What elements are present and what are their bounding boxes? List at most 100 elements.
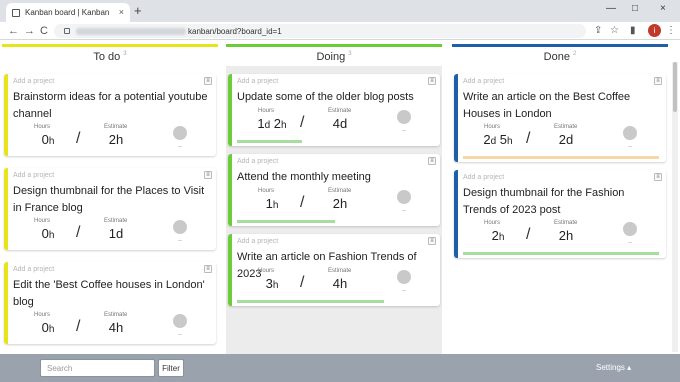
- card-menu-icon[interactable]: ≡: [428, 237, 436, 245]
- hours-label: Hours: [34, 312, 51, 318]
- project-placeholder[interactable]: Add a project: [13, 266, 54, 273]
- card-meta: Hours 0h / Estimate 4h --: [4, 312, 216, 340]
- project-placeholder[interactable]: Add a project: [463, 174, 504, 181]
- task-card[interactable]: Add a project ≡ Update some of the older…: [228, 74, 440, 146]
- card-title[interactable]: Write an article on the Best Coffee Hous…: [463, 89, 661, 123]
- settings-menu[interactable]: Settings ▴: [596, 363, 631, 372]
- card-title[interactable]: Design thumbnail for the Fashion Trends …: [463, 185, 661, 219]
- card-menu-icon[interactable]: ≡: [654, 173, 662, 181]
- sidebar-icon[interactable]: ▮: [630, 25, 636, 37]
- slash-divider: /: [526, 226, 531, 243]
- estimate-label: Estimate: [104, 124, 128, 130]
- card-title[interactable]: Update some of the older blog posts: [237, 89, 435, 106]
- browser-tab[interactable]: Kanban board | Kanban ×: [6, 3, 130, 22]
- task-card[interactable]: Add a project ≡ Edit the 'Best Coffee ho…: [4, 262, 216, 344]
- column-title: Done: [543, 51, 570, 63]
- forward-button[interactable]: →: [24, 24, 35, 38]
- hours-value[interactable]: 0h: [28, 226, 68, 241]
- card-menu-icon[interactable]: ≡: [428, 77, 436, 85]
- column-header[interactable]: Doing 3: [226, 51, 442, 67]
- card-title[interactable]: Attend the monthly meeting: [237, 169, 435, 186]
- slash-divider: /: [526, 130, 531, 147]
- filter-button[interactable]: Filter: [158, 359, 184, 377]
- task-card[interactable]: Add a project ≡ Attend the monthly meeti…: [228, 154, 440, 226]
- hours-value[interactable]: 1d 2h: [252, 116, 292, 131]
- project-placeholder[interactable]: Add a project: [13, 172, 54, 179]
- reload-button[interactable]: C: [40, 24, 48, 38]
- assignee-avatar[interactable]: [397, 110, 411, 124]
- assignee-avatar[interactable]: [173, 220, 187, 234]
- card-menu-icon[interactable]: ≡: [204, 265, 212, 273]
- search-input[interactable]: [40, 359, 155, 377]
- task-card[interactable]: Add a project ≡ Design thumbnail for the…: [4, 168, 216, 250]
- project-placeholder[interactable]: Add a project: [237, 158, 278, 165]
- project-placeholder[interactable]: Add a project: [237, 238, 278, 245]
- assignee-avatar[interactable]: [397, 270, 411, 284]
- share-icon[interactable]: ⇪: [594, 25, 602, 37]
- hours-value[interactable]: 0h: [28, 320, 68, 335]
- estimate-value[interactable]: 2d: [546, 132, 586, 147]
- card-menu-icon[interactable]: ≡: [428, 157, 436, 165]
- progress-bar: [237, 140, 433, 143]
- progress-bar: [463, 252, 659, 255]
- estimate-value[interactable]: 4d: [320, 116, 360, 131]
- hours-value[interactable]: 0h: [28, 132, 68, 147]
- close-window-button[interactable]: ×: [660, 3, 666, 14]
- project-placeholder[interactable]: Add a project: [13, 78, 54, 85]
- project-placeholder[interactable]: Add a project: [463, 78, 504, 85]
- estimate-label: Estimate: [554, 124, 578, 130]
- estimate-value[interactable]: 1d: [96, 226, 136, 241]
- card-menu-icon[interactable]: ≡: [204, 171, 212, 179]
- back-button[interactable]: ←: [8, 24, 19, 38]
- assignee-avatar[interactable]: [397, 190, 411, 204]
- card-menu-icon[interactable]: ≡: [654, 77, 662, 85]
- estimate-value[interactable]: 2h: [320, 196, 360, 211]
- profile-avatar[interactable]: i: [648, 24, 661, 37]
- assignee-name: --: [628, 240, 632, 246]
- estimate-value[interactable]: 2h: [96, 132, 136, 147]
- assignee-avatar[interactable]: [623, 126, 637, 140]
- hours-value[interactable]: 2h: [478, 228, 518, 243]
- maximize-button[interactable]: □: [632, 3, 638, 14]
- card-title[interactable]: Edit the 'Best Coffee houses in London' …: [13, 277, 211, 311]
- hours-value[interactable]: 3h: [252, 276, 292, 291]
- column-title: To do: [93, 51, 121, 63]
- slash-divider: /: [76, 318, 81, 335]
- slash-divider: /: [76, 130, 81, 147]
- card-meta: Hours 0h / Estimate 1d --: [4, 218, 216, 246]
- column-color-bar: [226, 44, 442, 47]
- assignee-name: --: [402, 288, 406, 294]
- column-header[interactable]: To do 3: [2, 51, 218, 67]
- estimate-value[interactable]: 2h: [546, 228, 586, 243]
- task-card[interactable]: Add a project ≡ Write an article on Fash…: [228, 234, 440, 306]
- minimize-button[interactable]: —: [606, 3, 616, 14]
- column-count: 3: [348, 51, 352, 58]
- tab-close-icon[interactable]: ×: [119, 7, 124, 17]
- card-title[interactable]: Brainstorm ideas for a potential youtube…: [13, 89, 211, 123]
- bookmark-star-icon[interactable]: ☆: [610, 25, 619, 37]
- project-placeholder[interactable]: Add a project: [237, 78, 278, 85]
- hours-value[interactable]: 1h: [252, 196, 292, 211]
- card-title[interactable]: Design thumbnail for the Places to Visit…: [13, 183, 211, 217]
- task-card[interactable]: Add a project ≡ Brainstorm ideas for a p…: [4, 74, 216, 156]
- estimate-value[interactable]: 4h: [320, 276, 360, 291]
- more-menu-icon[interactable]: ⋮: [666, 25, 676, 37]
- new-tab-button[interactable]: +: [134, 4, 142, 17]
- scrollbar[interactable]: [672, 62, 678, 352]
- task-card[interactable]: Add a project ≡ Design thumbnail for the…: [454, 170, 666, 258]
- scrollbar-thumb[interactable]: [673, 62, 677, 112]
- assignee-avatar[interactable]: [173, 314, 187, 328]
- url-field[interactable]: kanban/board?board_id=1: [54, 24, 586, 38]
- assignee-avatar[interactable]: [173, 126, 187, 140]
- column-color-bar: [452, 44, 668, 47]
- slash-divider: /: [300, 114, 305, 131]
- hours-value[interactable]: 2d 5h: [478, 132, 518, 147]
- column-done: Done 2 Add a project ≡ Write an article o…: [452, 44, 668, 354]
- estimate-value[interactable]: 4h: [96, 320, 136, 335]
- task-card[interactable]: Add a project ≡ Write an article on the …: [454, 74, 666, 162]
- url-text: kanban/board?board_id=1: [188, 26, 282, 36]
- column-header[interactable]: Done 2: [452, 51, 668, 67]
- assignee-name: --: [628, 144, 632, 150]
- card-menu-icon[interactable]: ≡: [204, 77, 212, 85]
- assignee-avatar[interactable]: [623, 222, 637, 236]
